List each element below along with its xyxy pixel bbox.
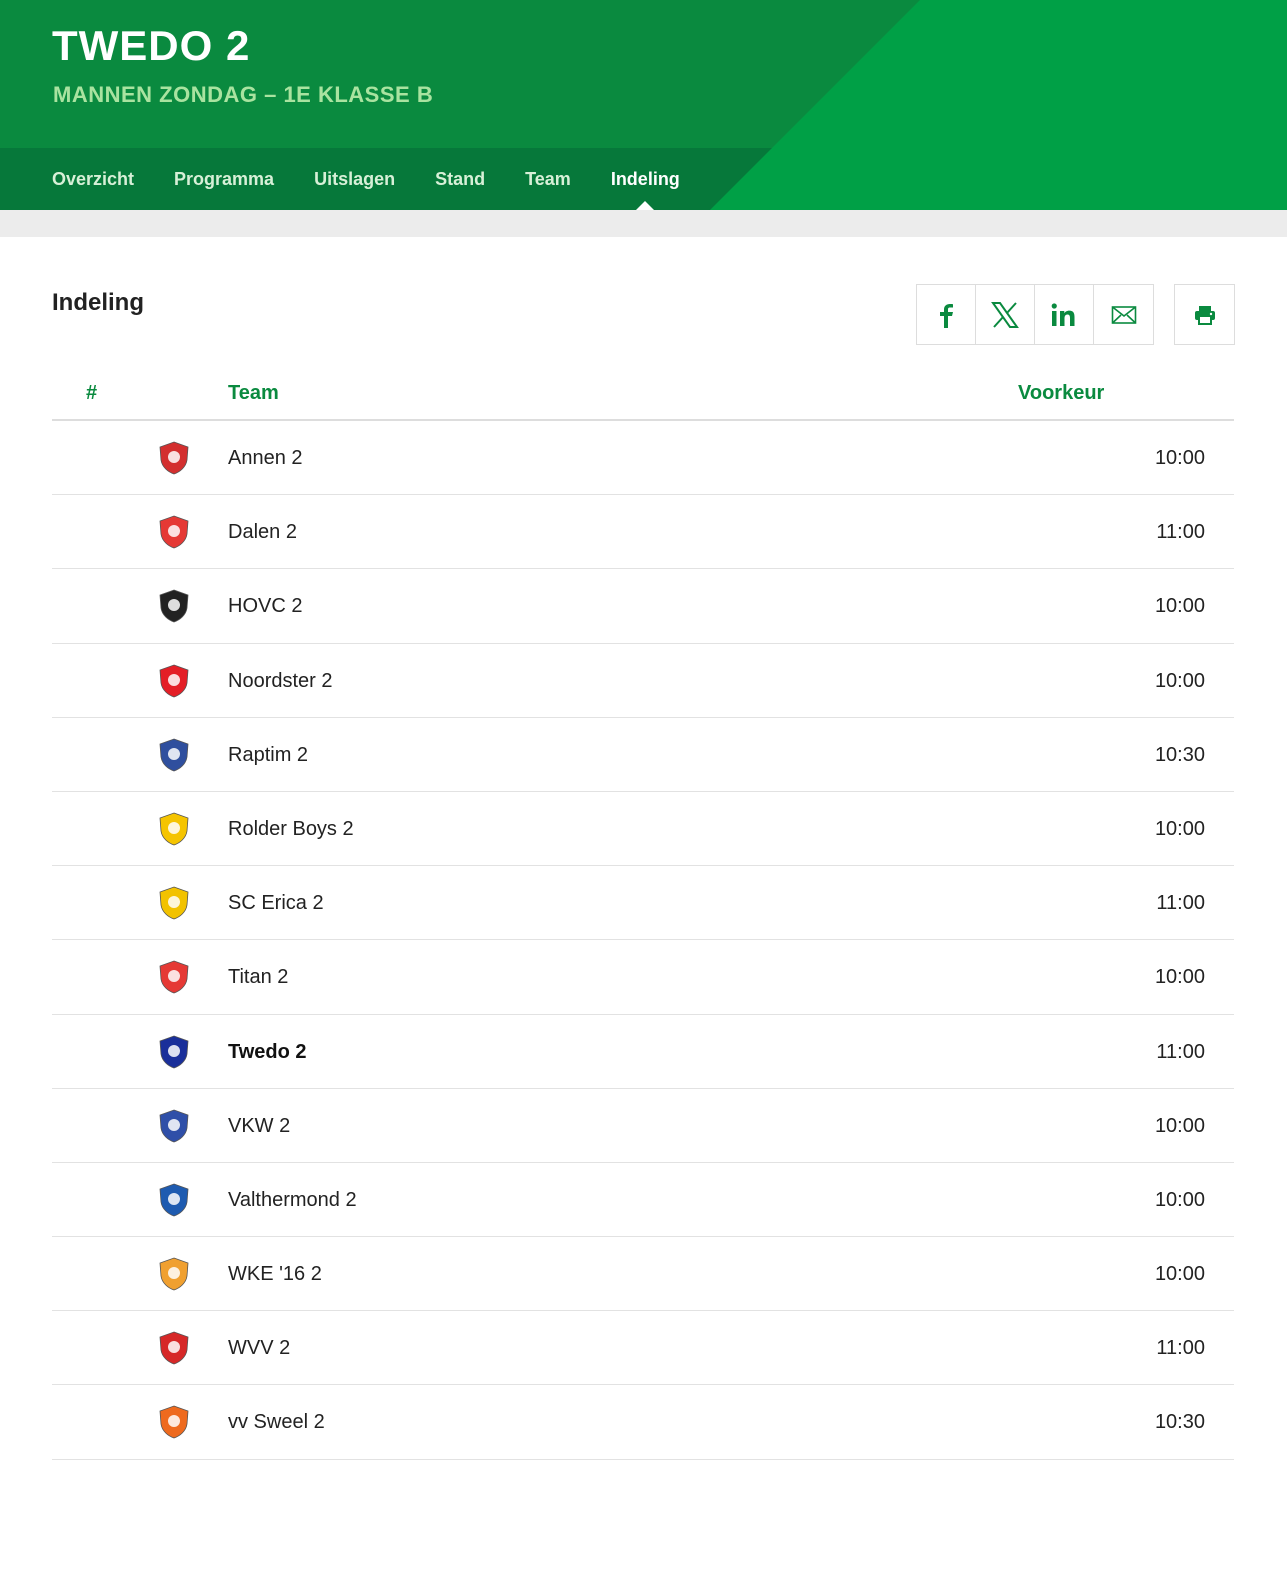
team-name[interactable]: Dalen 2: [228, 521, 297, 544]
club-logo-icon: [159, 960, 189, 994]
table-row[interactable]: WVV 2 11:00: [52, 1311, 1234, 1386]
table-row[interactable]: Raptim 2 10:30: [52, 718, 1234, 792]
column-header-rank: #: [86, 382, 98, 404]
club-logo-icon: [159, 1109, 189, 1143]
team-name[interactable]: Twedo 2: [228, 1041, 307, 1064]
page-title: TWEDO 2: [52, 22, 251, 69]
printer-icon: [1194, 305, 1215, 325]
facebook-share-button[interactable]: [917, 285, 976, 344]
club-logo-icon: [159, 1257, 189, 1291]
club-logo-icon: [159, 886, 189, 920]
team-name[interactable]: Valthermond 2: [228, 1189, 357, 1212]
table-row[interactable]: Rolder Boys 2 10:00: [52, 792, 1234, 867]
club-logo-icon: [159, 1331, 189, 1365]
section-title: Indeling: [52, 289, 144, 316]
tab-stand[interactable]: Stand: [435, 148, 485, 210]
team-name[interactable]: Rolder Boys 2: [228, 818, 354, 841]
mail-icon: [1111, 305, 1136, 324]
tab-indeling[interactable]: Indeling: [611, 148, 680, 210]
table-row[interactable]: SC Erica 2 11:00: [52, 866, 1234, 941]
club-logo-icon: [159, 515, 189, 549]
column-header-team: Team: [228, 382, 279, 404]
preferred-time: 10:00: [1154, 1114, 1205, 1137]
table-row[interactable]: Valthermond 2 10:00: [52, 1163, 1234, 1238]
table-row[interactable]: Dalen 2 11:00: [52, 495, 1234, 570]
tab-team[interactable]: Team: [525, 148, 571, 210]
club-logo-icon: [159, 589, 189, 623]
preferred-time: 10:00: [1154, 966, 1205, 989]
club-logo-icon: [159, 738, 189, 772]
table-row[interactable]: vv Sweel 2 10:30: [52, 1385, 1234, 1460]
page-header: TWEDO 2 MANNEN ZONDAG – 1E KLASSE B: [0, 0, 1287, 148]
team-name[interactable]: WKE '16 2: [228, 1263, 322, 1286]
tab-overzicht[interactable]: Overzicht: [52, 148, 134, 210]
team-name[interactable]: vv Sweel 2: [228, 1411, 325, 1434]
table-header: # Team Voorkeur: [52, 376, 1234, 421]
linkedin-share-button[interactable]: [1035, 285, 1094, 344]
club-logo-icon: [159, 1406, 189, 1439]
table-row[interactable]: VKW 2 10:00: [52, 1089, 1234, 1163]
table-body: Annen 2 10:00 Dalen 2 11:00 HOVC 2 10:00 Noord…: [52, 421, 1234, 1460]
team-navigation: Overzicht Programma Uitslagen Stand Team…: [0, 148, 1287, 210]
preferred-time: 10:00: [1154, 1188, 1205, 1211]
divider-bar: [0, 210, 1287, 237]
club-logo-icon: [159, 1183, 189, 1217]
table-row[interactable]: Titan 2 10:00: [52, 940, 1234, 1015]
preferred-time: 11:00: [1156, 892, 1205, 915]
team-name[interactable]: SC Erica 2: [228, 892, 324, 915]
table-row[interactable]: Annen 2 10:00: [52, 421, 1234, 496]
team-name[interactable]: Annen 2: [228, 447, 303, 470]
share-buttons: [916, 284, 1154, 345]
club-logo-icon: [159, 441, 189, 475]
preferred-time: 10:00: [1154, 817, 1205, 840]
preferred-time: 11:00: [1156, 521, 1205, 544]
table-row[interactable]: Noordster 2 10:00: [52, 644, 1234, 718]
preferred-time: 10:00: [1154, 669, 1205, 692]
table-row[interactable]: Twedo 2 11:00: [52, 1015, 1234, 1089]
table-row[interactable]: WKE '16 2 10:00: [52, 1237, 1234, 1312]
club-logo-icon: [159, 664, 189, 697]
preferred-time: 11:00: [1156, 1040, 1205, 1063]
preferred-time: 11:00: [1156, 1337, 1205, 1360]
tab-uitslagen[interactable]: Uitslagen: [314, 148, 395, 210]
preferred-time: 10:00: [1154, 595, 1205, 618]
tab-programma[interactable]: Programma: [174, 148, 274, 210]
team-name[interactable]: HOVC 2: [228, 595, 302, 618]
print-button[interactable]: [1174, 284, 1235, 345]
team-name[interactable]: Noordster 2: [228, 670, 333, 693]
competition-subtitle: MANNEN ZONDAG – 1E KLASSE B: [53, 82, 434, 107]
table-row[interactable]: HOVC 2 10:00: [52, 569, 1234, 644]
team-name[interactable]: Titan 2: [228, 966, 288, 989]
column-header-preference: Voorkeur: [1018, 382, 1105, 404]
preferred-time: 10:30: [1154, 1411, 1205, 1434]
preferred-time: 10:30: [1154, 743, 1205, 766]
x-share-button[interactable]: [976, 285, 1035, 344]
preferred-time: 10:00: [1154, 1263, 1205, 1286]
team-name[interactable]: Raptim 2: [228, 744, 308, 767]
team-name[interactable]: WVV 2: [228, 1337, 290, 1360]
preferred-time: 10:00: [1154, 447, 1205, 469]
facebook-icon: [940, 303, 953, 328]
linkedin-icon: [1051, 302, 1075, 326]
club-logo-icon: [159, 812, 189, 846]
mail-share-button[interactable]: [1094, 285, 1153, 344]
indeling-table: # Team Voorkeur Annen 2 10:00 Dalen 2 11:00…: [52, 376, 1234, 1460]
x-icon: [991, 301, 1019, 328]
team-name[interactable]: VKW 2: [228, 1115, 290, 1138]
club-logo-icon: [159, 1035, 189, 1068]
